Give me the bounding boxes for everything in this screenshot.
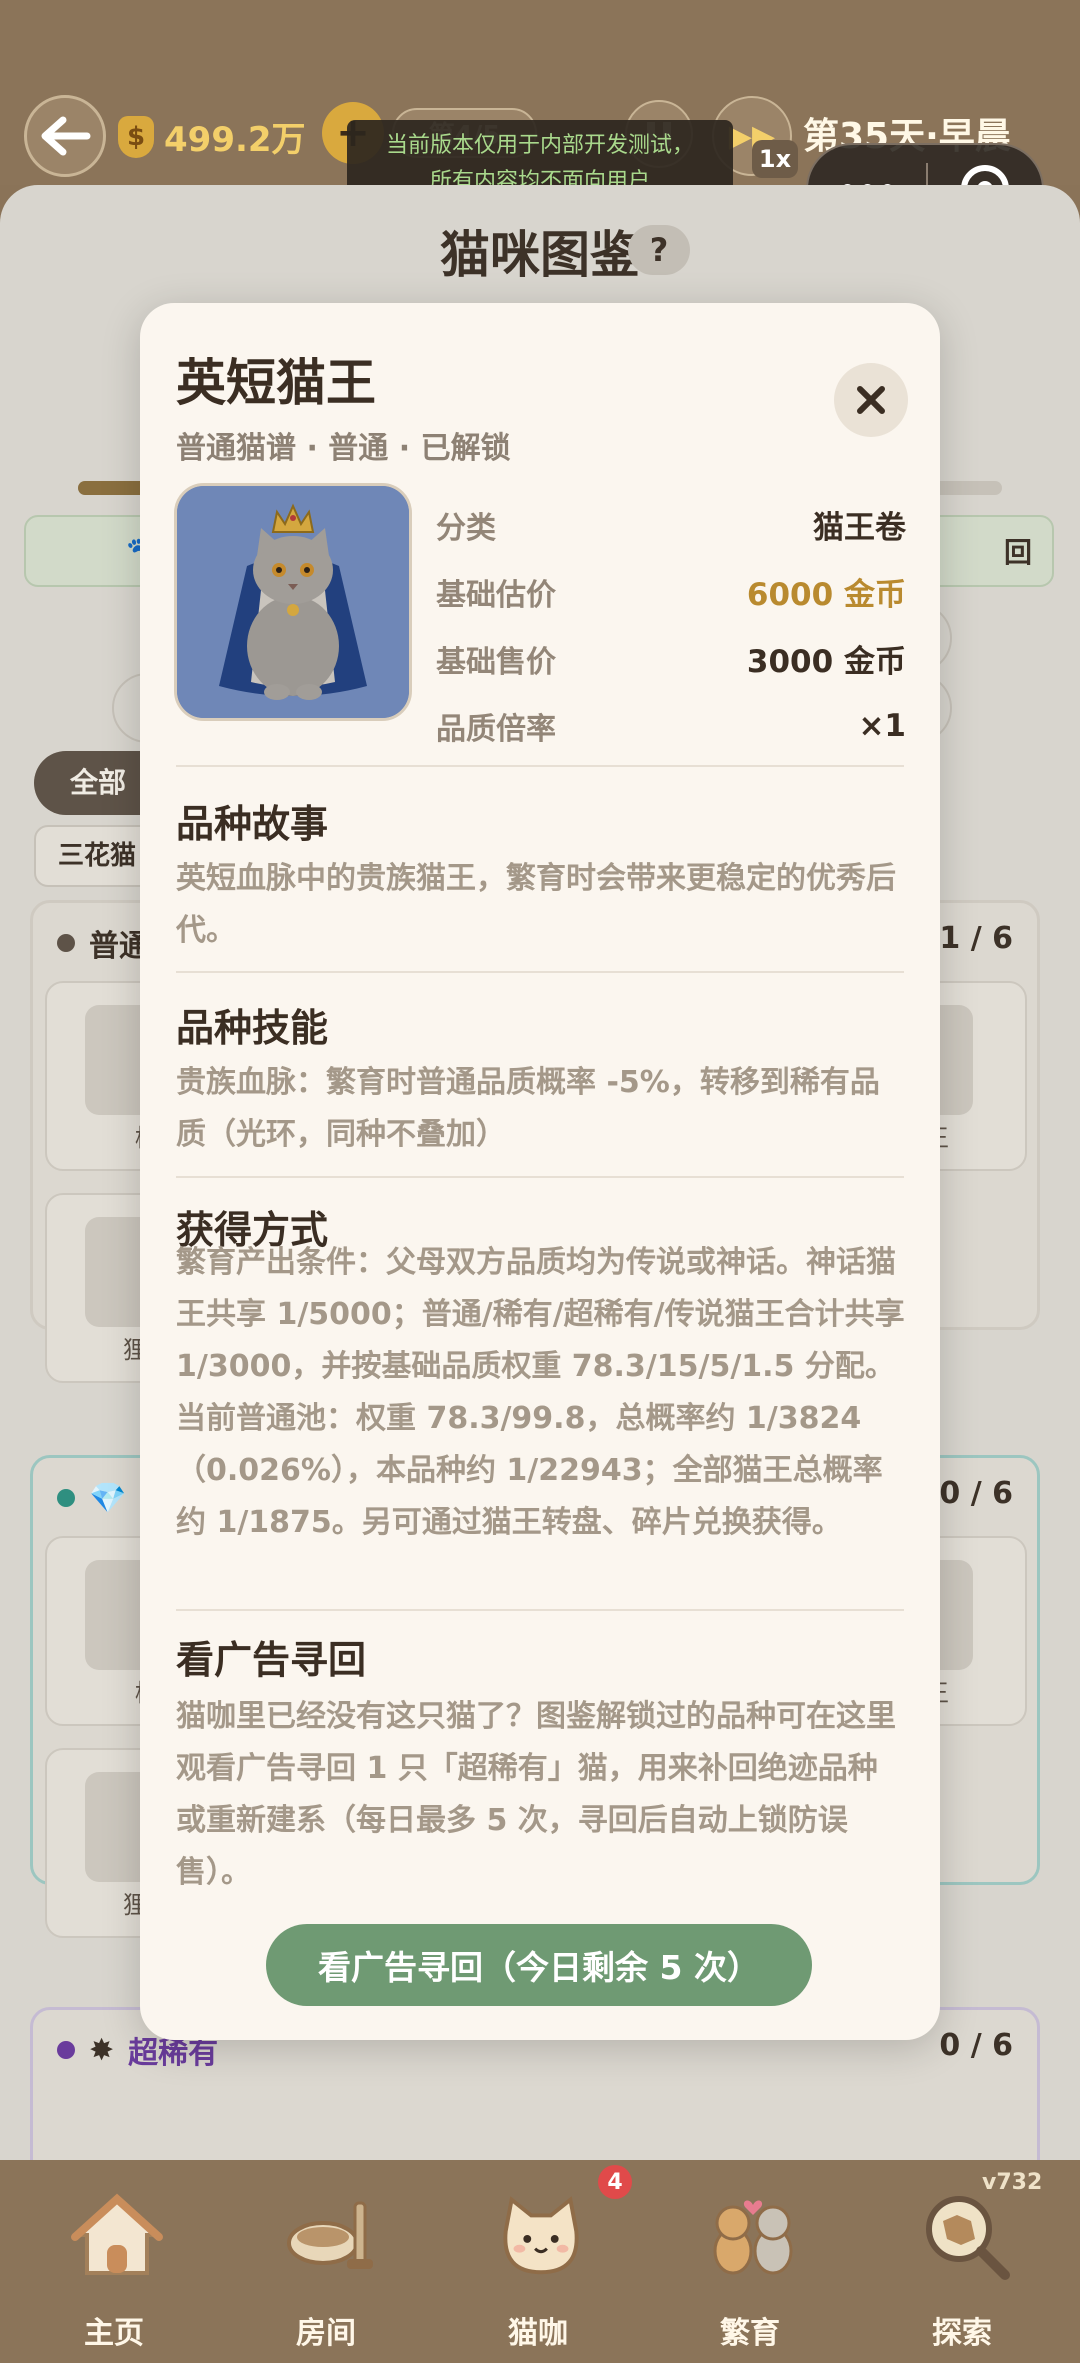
crowned-cat-image <box>177 486 409 718</box>
top-bar: $ 499.2万 + 第4/5 ▶▶ 1x 第35天·早晨 当前版本仅用于内部开… <box>0 0 1080 235</box>
ad-text: 猫咖里已经没有这只猫了？图鉴解锁过的品种可在这里观看广告寻回 1 只「超稀有」猫… <box>176 1699 896 1890</box>
diamond-icon: 💎 <box>89 1480 127 1516</box>
divider <box>176 765 904 767</box>
tab-right-label: 回 <box>1003 536 1032 569</box>
info-value: 3000 金币 <box>746 644 906 680</box>
dev-notice-line-1: 当前版本仅用于内部开发测试， <box>385 133 694 158</box>
breed-portrait <box>174 483 412 721</box>
back-button[interactable] <box>24 95 106 177</box>
nav-item-home[interactable]: 主页 <box>24 2160 204 2363</box>
coin-amount: 499.2万 <box>164 120 306 160</box>
watch-ad-retrieve-button[interactable]: 看广告寻回（今日剩余 5 次） <box>266 1924 812 2006</box>
nav-item-room[interactable]: 房间 <box>236 2160 416 2363</box>
nav-item-breeding[interactable]: 繁育 <box>660 2160 840 2363</box>
skill-text: 贵族血脉：繁育时普通品质概率 -5%，转移到稀有品质（光环，同种不叠加） <box>176 1065 880 1152</box>
nav-label: 探索 <box>932 2316 992 2351</box>
info-value: ×1 <box>858 707 906 744</box>
money-bag-icon: $ <box>118 115 154 158</box>
dot-icon <box>57 934 75 952</box>
nav-label: 主页 <box>84 2316 144 2351</box>
help-button[interactable]: ? <box>628 225 690 275</box>
breeding-icon <box>704 2186 802 2284</box>
divider <box>176 1176 904 1178</box>
coin-balance: $ 499.2万 <box>118 112 306 161</box>
info-key: 基础售价 <box>436 644 556 680</box>
nav-label: 繁育 <box>720 2316 780 2351</box>
info-key: 基础估价 <box>436 577 556 613</box>
story-text: 英短血脉中的贵族猫王，繁育时会带来更稳定的优秀后代。 <box>176 861 896 948</box>
bottom-nav: 主页 房间 猫咖 繁育 探索 <box>0 2160 1080 2363</box>
version-label: v732 <box>982 2170 1043 2195</box>
section-count: 0 / 6 <box>939 1476 1013 1511</box>
breed-subtitle: 普通猫谱 · 普通 · 已解锁 <box>176 431 511 466</box>
breed-info-table: 分类 猫王卷 基础估价 6000 金币 基础售价 3000 金币 品质倍率 ×1 <box>436 491 906 759</box>
section-count: 0 / 6 <box>939 2028 1013 2063</box>
page-title: 猫咪图鉴 <box>440 226 640 284</box>
nav-label: 房间 <box>296 2316 356 2351</box>
speed-badge: 1x <box>752 140 798 178</box>
cat-face-icon <box>492 2186 590 2284</box>
info-row: 基础售价 3000 金币 <box>436 625 906 692</box>
close-button[interactable] <box>834 363 908 437</box>
info-row: 分类 猫王卷 <box>436 491 906 558</box>
story-heading: 品种故事 <box>176 802 329 846</box>
divider <box>176 1609 904 1611</box>
skill-heading: 品种技能 <box>176 1006 329 1050</box>
notification-badge: 4 <box>598 2165 632 2199</box>
arrow-left-icon <box>41 116 91 156</box>
dot-icon <box>57 2041 75 2059</box>
info-row: 基础估价 6000 金币 <box>436 558 906 625</box>
ad-heading: 看广告寻回 <box>176 1638 367 1682</box>
dot-icon <box>57 1489 75 1507</box>
breed-detail-modal: 英短猫王 普通猫谱 · 普通 · 已解锁 分类 猫王卷 基础估价 6000 金币… <box>140 303 940 2040</box>
section-count: 1 / 6 <box>939 921 1013 956</box>
obtain-text: 繁育产出条件：父母双方品质均为传说或神话。神话猫王共享 1/5000；普通/稀有… <box>176 1245 905 1540</box>
nav-label: 猫咖 <box>508 2316 568 2351</box>
info-row: 品质倍率 ×1 <box>436 692 906 759</box>
breed-title: 英短猫王 <box>176 354 376 412</box>
info-value: 猫王卷 <box>813 510 906 546</box>
info-key: 分类 <box>436 510 496 546</box>
room-icon <box>280 2186 378 2284</box>
divider <box>176 971 904 973</box>
star-icon: ✸ <box>89 2032 115 2068</box>
close-icon <box>857 386 885 414</box>
house-icon <box>68 2186 166 2284</box>
magnifier-map-icon <box>916 2186 1014 2284</box>
info-key: 品质倍率 <box>436 711 556 747</box>
info-value: 6000 金币 <box>746 577 906 613</box>
